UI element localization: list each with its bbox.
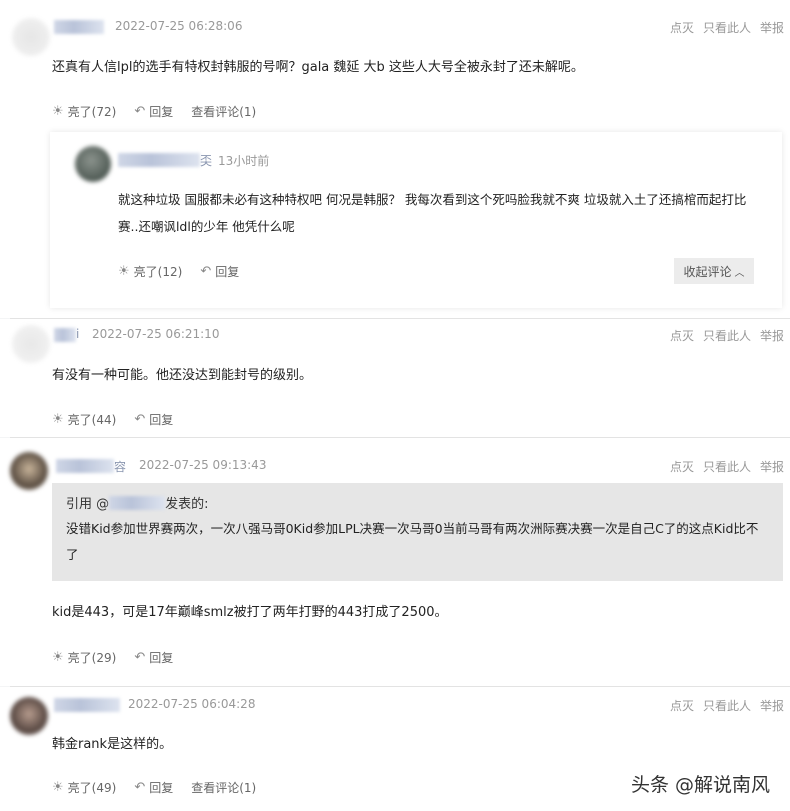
quote-prefix: 引用 @ bbox=[66, 497, 110, 512]
username[interactable] bbox=[54, 20, 104, 34]
comment-time: 2022-07-25 06:04:28 bbox=[128, 697, 256, 711]
username[interactable] bbox=[54, 328, 76, 342]
collapse-replies-button[interactable]: 收起评论 ︿ bbox=[674, 258, 754, 284]
reply-label: 回复 bbox=[149, 781, 174, 795]
reply-label: 回复 bbox=[149, 413, 174, 427]
comment-text: 还真有人信lpl的选手有特权封韩服的号啊？gala 魏延 大b 这些人大号全被永… bbox=[52, 60, 584, 75]
comment-time: 2022-07-25 06:21:10 bbox=[92, 327, 220, 341]
comment-text: 有没有一种可能。他还没达到能封号的级别。 bbox=[52, 368, 313, 383]
like-label: 亮了 bbox=[67, 651, 92, 665]
reply-icon: ↶ bbox=[134, 780, 146, 795]
quote-header: 引用 @ 发表的: bbox=[66, 493, 209, 512]
reply-button[interactable]: ↶ 回复 bbox=[134, 103, 173, 120]
username-suffix: 容 bbox=[114, 460, 127, 474]
username[interactable] bbox=[54, 698, 120, 712]
reply-label: 回复 bbox=[215, 265, 240, 279]
like-count: (12) bbox=[157, 264, 183, 279]
reply-label: 回复 bbox=[149, 105, 174, 119]
lightbulb-icon: ☀ bbox=[52, 780, 64, 795]
avatar[interactable] bbox=[12, 325, 50, 363]
like-count: (49) bbox=[91, 780, 117, 795]
username-suffix: i bbox=[76, 327, 80, 341]
like-label: 亮了 bbox=[67, 105, 92, 119]
lightbulb-icon: ☀ bbox=[52, 650, 64, 665]
only-this-user-link[interactable]: 只看此人 bbox=[703, 699, 751, 713]
reply-icon: ↶ bbox=[134, 650, 146, 665]
reply-username[interactable] bbox=[118, 153, 200, 167]
like-label: 亮了 bbox=[67, 781, 92, 795]
hide-link[interactable]: 点灭 bbox=[670, 21, 694, 35]
like-button[interactable]: ☀ 亮了 (44) bbox=[52, 411, 116, 428]
reply-like-button[interactable]: ☀ 亮了 (12) bbox=[118, 263, 182, 280]
comment-actions: 点灭 只看此人 举报 bbox=[661, 327, 784, 344]
comment-time: 2022-07-25 06:28:06 bbox=[115, 19, 243, 33]
chevron-up-icon: ︿ bbox=[734, 267, 745, 279]
quote-block: 引用 @ 发表的: 没错Kid参加世界赛两次，一次八强马哥0Kid参加LPL决赛… bbox=[52, 483, 783, 581]
quote-suffix: 发表的: bbox=[165, 497, 209, 512]
like-label: 亮了 bbox=[133, 265, 158, 279]
reply-label: 回复 bbox=[149, 651, 174, 665]
reply-panel: 奀 13小时前 就这种垃圾 国服都未必有这种特权吧 何况是韩服？ 我每次看到这个… bbox=[50, 132, 782, 308]
report-link[interactable]: 举报 bbox=[760, 699, 784, 713]
only-this-user-link[interactable]: 只看此人 bbox=[703, 460, 751, 474]
comment-time: 2022-07-25 09:13:43 bbox=[139, 458, 267, 472]
reply-action-bar: ☀ 亮了 (12) ↶ 回复 bbox=[118, 263, 257, 280]
comment-actions: 点灭 只看此人 举报 bbox=[661, 697, 784, 714]
comment-actions: 点灭 只看此人 举报 bbox=[661, 19, 784, 36]
comment-action-bar: ☀ 亮了 (72) ↶ 回复 查看评论(1) bbox=[52, 103, 274, 120]
watermark: 头条 @解说南风 bbox=[630, 774, 770, 796]
like-button[interactable]: ☀ 亮了 (72) bbox=[52, 103, 116, 120]
reply-icon: ↶ bbox=[200, 264, 212, 279]
avatar[interactable] bbox=[12, 18, 50, 56]
lightbulb-icon: ☀ bbox=[52, 412, 64, 427]
quote-text-line2: 了 bbox=[66, 547, 79, 562]
report-link[interactable]: 举报 bbox=[760, 329, 784, 343]
like-count: (29) bbox=[91, 650, 117, 665]
comment-text: kid是443，可是17年巅峰smlz被打了两年打野的443打成了2500。 bbox=[52, 605, 448, 620]
comment-action-bar: ☀ 亮了 (49) ↶ 回复 查看评论(1) bbox=[52, 779, 274, 796]
like-label: 亮了 bbox=[67, 413, 92, 427]
comment-2: i 2022-07-25 06:21:10 点灭 只看此人 举报 有没有一种可能。他… bbox=[0, 319, 790, 437]
comment-actions: 点灭 只看此人 举报 bbox=[661, 458, 784, 475]
hide-link[interactable]: 点灭 bbox=[670, 699, 694, 713]
comment-action-bar: ☀ 亮了 (44) ↶ 回复 bbox=[52, 411, 191, 428]
reply-icon: ↶ bbox=[134, 412, 146, 427]
username[interactable] bbox=[56, 459, 114, 473]
collapse-label: 收起评论 bbox=[683, 264, 732, 279]
only-this-user-link[interactable]: 只看此人 bbox=[703, 329, 751, 343]
reply-button[interactable]: ↶ 回复 bbox=[134, 779, 173, 796]
quoted-username[interactable] bbox=[109, 495, 166, 510]
comment-text: 韩金rank是这样的。 bbox=[52, 737, 173, 752]
reply-reply-button[interactable]: ↶ 回复 bbox=[200, 263, 239, 280]
reply-text-line1: 就这种垃圾 国服都未必有这种特权吧 何况是韩服？ 我每次看到这个死吗脸我就不爽 … bbox=[118, 192, 747, 207]
hide-link[interactable]: 点灭 bbox=[670, 329, 694, 343]
report-link[interactable]: 举报 bbox=[760, 21, 784, 35]
hide-link[interactable]: 点灭 bbox=[670, 460, 694, 474]
reply-avatar[interactable] bbox=[75, 146, 111, 182]
quote-text-line1: 没错Kid参加世界赛两次，一次八强马哥0Kid参加LPL决赛一次马哥0当前马哥有… bbox=[66, 521, 759, 536]
only-this-user-link[interactable]: 只看此人 bbox=[703, 21, 751, 35]
reply-button[interactable]: ↶ 回复 bbox=[134, 411, 173, 428]
like-count: (72) bbox=[91, 104, 117, 119]
like-button[interactable]: ☀ 亮了 (49) bbox=[52, 779, 116, 796]
reply-text-line2: 赛..还嘲讽ldl的少年 他凭什么呢 bbox=[118, 219, 295, 234]
lightbulb-icon: ☀ bbox=[52, 104, 64, 119]
lightbulb-icon: ☀ bbox=[118, 264, 130, 279]
like-count: (44) bbox=[91, 412, 117, 427]
reply-name-suffix: 奀 bbox=[200, 154, 213, 168]
reply-time: 13小时前 bbox=[218, 154, 270, 168]
reply-button[interactable]: ↶ 回复 bbox=[134, 649, 173, 666]
view-replies-link[interactable]: 查看评论(1) bbox=[191, 103, 256, 120]
view-replies-link[interactable]: 查看评论(1) bbox=[191, 779, 256, 796]
avatar[interactable] bbox=[10, 452, 48, 490]
comment-1: 2022-07-25 06:28:06 点灭 只看此人 举报 还真有人信lpl的选手… bbox=[0, 0, 790, 318]
report-link[interactable]: 举报 bbox=[760, 460, 784, 474]
avatar[interactable] bbox=[10, 697, 48, 735]
reply-icon: ↶ bbox=[134, 104, 146, 119]
like-button[interactable]: ☀ 亮了 (29) bbox=[52, 649, 116, 666]
comment-action-bar: ☀ 亮了 (29) ↶ 回复 bbox=[52, 649, 191, 666]
